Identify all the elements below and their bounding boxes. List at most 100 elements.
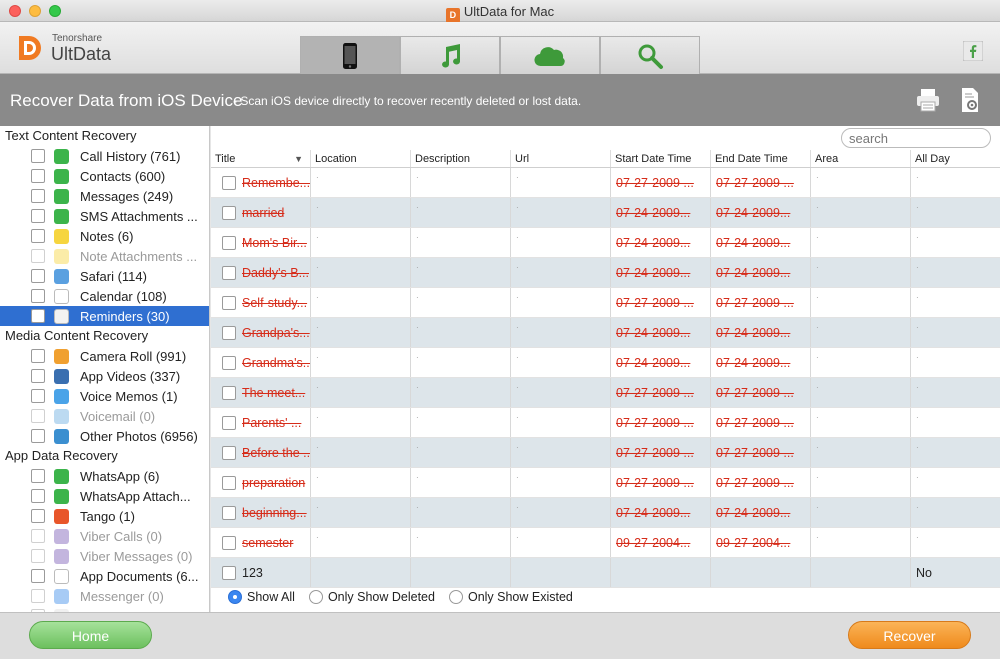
table-row[interactable]: preparation · · · 07-27-2009 ... 07-27-2009 .… xyxy=(211,468,1000,498)
sidebar-item[interactable]: WhatsApp (6) xyxy=(0,466,209,486)
sidebar-item[interactable]: Other Photos (6956) xyxy=(0,426,209,446)
sidebar-item-checkbox[interactable] xyxy=(31,149,45,163)
empty-dot: · xyxy=(816,293,819,302)
radio-button[interactable] xyxy=(228,590,242,604)
sidebar-item-label: Other Photos (6956) xyxy=(80,428,198,444)
sidebar-item[interactable]: Contacts (600) xyxy=(0,166,209,186)
sidebar-item-checkbox[interactable] xyxy=(31,169,45,183)
table-row[interactable]: Grandma's... · · · 07-24-2009... 07-24-2009..… xyxy=(211,348,1000,378)
sidebar-item-checkbox[interactable] xyxy=(31,489,45,503)
empty-dot: · xyxy=(516,383,519,392)
table-row[interactable]: Mom's Bir... · · · 07-24-2009... 07-24-2009..… xyxy=(211,228,1000,258)
tab-icloud-backup[interactable] xyxy=(500,36,600,74)
row-checkbox[interactable] xyxy=(222,296,236,310)
sidebar-item[interactable]: App Videos (337) xyxy=(0,366,209,386)
column-header[interactable]: All Day xyxy=(911,150,1000,167)
table-row[interactable]: beginning... · · · 07-24-2009... 07-24-2009..… xyxy=(211,498,1000,528)
sidebar-item-checkbox[interactable] xyxy=(31,189,45,203)
empty-dot: · xyxy=(916,383,919,392)
empty-dot: · xyxy=(816,233,819,242)
radio-button[interactable] xyxy=(308,590,323,604)
facebook-icon[interactable] xyxy=(963,41,983,61)
tab-repair[interactable] xyxy=(600,36,700,74)
sidebar-item[interactable]: SMS Attachments ... xyxy=(0,206,209,226)
sidebar-item[interactable]: Safari (114) xyxy=(0,266,209,286)
sidebar-item-checkbox[interactable] xyxy=(31,509,45,523)
table-row[interactable]: Self-study... · · · 07-27-2009 ... 07-27-2009… xyxy=(211,288,1000,318)
sidebar-item[interactable]: Calendar (108) xyxy=(0,286,209,306)
sidebar-item[interactable]: Voice Memos (1) xyxy=(0,386,209,406)
column-header[interactable]: Description xyxy=(411,150,511,167)
row-checkbox[interactable] xyxy=(222,176,236,190)
sidebar-item-checkbox[interactable] xyxy=(31,389,45,403)
sidebar-item-checkbox[interactable] xyxy=(31,269,45,283)
safari-icon xyxy=(54,268,69,284)
sidebar-item-checkbox[interactable] xyxy=(31,369,45,383)
row-checkbox[interactable] xyxy=(222,536,236,550)
column-header[interactable]: Area xyxy=(811,150,911,167)
recover-button[interactable]: Recover xyxy=(848,621,971,649)
column-header[interactable]: Location xyxy=(311,150,411,167)
row-checkbox[interactable] xyxy=(222,446,236,460)
row-checkbox[interactable] xyxy=(222,566,236,580)
search-box[interactable] xyxy=(841,128,991,148)
row-checkbox[interactable] xyxy=(222,416,236,430)
sidebar-item-checkbox[interactable] xyxy=(31,209,45,223)
empty-dot: · xyxy=(916,203,919,212)
cell-all-day: · xyxy=(911,168,1000,197)
column-header[interactable]: End Date Time xyxy=(711,150,811,167)
table-row[interactable]: semester · · · 09-27-2004... 09-27-2004... · · xyxy=(211,528,1000,558)
sidebar-item[interactable]: WhatsApp Attach... xyxy=(0,486,209,506)
export-settings-icon[interactable] xyxy=(957,87,983,113)
row-checkbox[interactable] xyxy=(222,236,236,250)
tab-ios-device[interactable] xyxy=(300,36,400,74)
print-icon[interactable] xyxy=(915,87,941,113)
sidebar-item[interactable]: App Documents (6... xyxy=(0,566,209,586)
calendar-icon xyxy=(54,288,69,304)
table-row[interactable]: 123 No xyxy=(211,558,1000,588)
sidebar-item-checkbox[interactable] xyxy=(31,289,45,303)
cell-title: Before the ... xyxy=(211,438,311,467)
row-checkbox[interactable] xyxy=(222,206,236,220)
sidebar-item[interactable]: Reminders (30) xyxy=(0,306,209,326)
sidebar-item[interactable]: Notes (6) xyxy=(0,226,209,246)
filter-radio[interactable]: Show All xyxy=(228,590,295,604)
radio-button[interactable] xyxy=(448,590,463,604)
sidebar-item[interactable]: Camera Roll (991) xyxy=(0,346,209,366)
filter-radio[interactable]: Only Show Existed xyxy=(448,590,573,604)
table-row[interactable]: Remembe... · · · 07-27-2009 ... 07-27-2009 ..… xyxy=(211,168,1000,198)
filter-radio[interactable]: Only Show Deleted xyxy=(308,590,435,604)
table-row[interactable]: Grandpa's... · · · 07-24-2009... 07-24-2009..… xyxy=(211,318,1000,348)
search-input[interactable] xyxy=(849,131,979,146)
sidebar-item-checkbox[interactable] xyxy=(31,309,45,323)
column-header[interactable]: Url xyxy=(511,150,611,167)
sidebar-item-checkbox[interactable] xyxy=(31,569,45,583)
cell-url: · xyxy=(511,318,611,347)
sidebar-item-checkbox[interactable] xyxy=(31,429,45,443)
sidebar-item-checkbox[interactable] xyxy=(31,469,45,483)
sidebar-item[interactable]: Tango (1) xyxy=(0,506,209,526)
sidebar-item-checkbox[interactable] xyxy=(31,349,45,363)
table-row[interactable]: Parents' ... · · · 07-27-2009 ... 07-27-2009 … xyxy=(211,408,1000,438)
sidebar-item-checkbox[interactable] xyxy=(31,229,45,243)
row-checkbox[interactable] xyxy=(222,356,236,370)
table-row[interactable]: Before the ... · · · 07-27-2009 ... 07-27-200… xyxy=(211,438,1000,468)
tab-itunes-backup[interactable] xyxy=(400,36,500,74)
cell-end-date: 07-27-2009 ... xyxy=(711,378,811,407)
row-checkbox[interactable] xyxy=(222,266,236,280)
column-header[interactable]: Start Date Time xyxy=(611,150,711,167)
cell-title-text: Parents' ... xyxy=(242,416,302,430)
sidebar-item[interactable]: Messages (249) xyxy=(0,186,209,206)
home-button[interactable]: Home xyxy=(29,621,152,649)
table-row[interactable]: Daddy's B... · · · 07-24-2009... 07-24-2009..… xyxy=(211,258,1000,288)
column-header[interactable]: Title ▼ xyxy=(211,150,311,167)
row-checkbox[interactable] xyxy=(222,506,236,520)
cell-description xyxy=(411,558,511,587)
table-row[interactable]: married · · · 07-24-2009... 07-24-2009... · · xyxy=(211,198,1000,228)
row-checkbox[interactable] xyxy=(222,476,236,490)
cell-location: · xyxy=(311,528,411,557)
row-checkbox[interactable] xyxy=(222,386,236,400)
row-checkbox[interactable] xyxy=(222,326,236,340)
table-row[interactable]: The meet... · · · 07-27-2009 ... 07-27-2009 .… xyxy=(211,378,1000,408)
sidebar-item[interactable]: Call History (761) xyxy=(0,146,209,166)
